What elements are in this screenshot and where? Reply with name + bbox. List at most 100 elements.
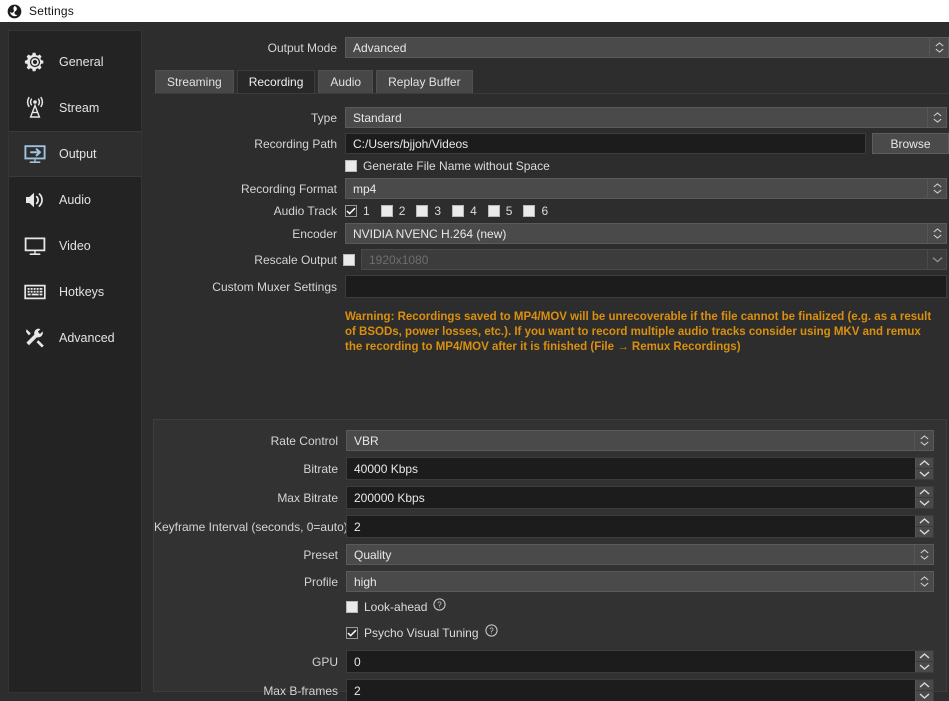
audio-track-2-checkbox[interactable]: 2: [380, 204, 405, 218]
chevron-updown-icon[interactable]: [914, 572, 933, 591]
rescale-output-select: 1920x1080: [361, 249, 947, 270]
checkbox-box: [487, 205, 500, 217]
gpu-value: 0: [354, 654, 361, 669]
recording-format-select[interactable]: mp4: [345, 178, 947, 199]
max-b-frames-value: 2: [354, 683, 361, 698]
broadcast-icon: [22, 95, 48, 121]
sidebar-item-audio[interactable]: Audio: [9, 177, 141, 223]
svg-text:?: ?: [489, 627, 494, 636]
chevron-updown-icon[interactable]: [927, 179, 946, 198]
spin-down-button[interactable]: [915, 527, 933, 537]
sidebar-item-label: Stream: [59, 101, 100, 115]
rescale-output-row: Rescale Output 1920x1080: [153, 249, 949, 270]
chevron-updown-icon[interactable]: [914, 545, 933, 564]
output-tabs: Streaming Recording Audio Replay Buffer: [153, 70, 949, 94]
spin-down-button[interactable]: [915, 691, 933, 701]
output-mode-select[interactable]: Advanced: [345, 37, 949, 58]
audio-track-6-checkbox[interactable]: 6: [523, 204, 548, 218]
recording-type-label: Type: [310, 110, 337, 125]
spin-up-button[interactable]: [915, 458, 933, 469]
tab-replay-buffer[interactable]: Replay Buffer: [376, 70, 473, 93]
encoder-select[interactable]: NVIDIA NVENC H.264 (new): [345, 223, 947, 244]
tab-recording[interactable]: Recording: [236, 70, 316, 93]
gear-icon: [22, 49, 48, 75]
recording-type-value: Standard: [353, 110, 402, 125]
checkbox-box: [346, 627, 358, 639]
custom-muxer-row: Custom Muxer Settings: [153, 275, 949, 298]
keyframe-interval-label: Keyframe Interval (seconds, 0=auto): [154, 519, 348, 534]
browse-button[interactable]: Browse: [872, 133, 949, 154]
tab-audio[interactable]: Audio: [318, 70, 374, 93]
audio-track-5-checkbox[interactable]: 5: [487, 204, 513, 218]
sidebar-item-output[interactable]: Output: [9, 131, 141, 177]
chevron-updown-icon[interactable]: [914, 431, 933, 450]
sidebar-item-video[interactable]: Video: [9, 223, 141, 269]
bitrate-value: 40000 Kbps: [354, 461, 419, 476]
psycho-visual-checkbox[interactable]: Psycho Visual Tuning: [346, 626, 479, 640]
look-ahead-label: Look-ahead: [364, 600, 428, 614]
chevron-updown-icon[interactable]: [927, 224, 946, 243]
tools-icon: [22, 325, 48, 351]
spin-up-button[interactable]: [915, 516, 933, 527]
audio-track-4-checkbox[interactable]: 4: [452, 204, 477, 218]
rescale-output-label: Rescale Output: [254, 252, 337, 267]
chevron-down-icon: [927, 250, 946, 269]
checkbox-box: [345, 205, 357, 217]
keyframe-interval-input[interactable]: 2: [346, 515, 934, 538]
bitrate-label: Bitrate: [303, 461, 338, 476]
spin-down-button[interactable]: [915, 498, 933, 508]
recording-format-label: Recording Format: [240, 181, 337, 196]
encoder-settings-group: Rate Control VBR Bitrate 40000 Kbps Max …: [153, 419, 947, 701]
spin-up-button[interactable]: [915, 487, 933, 498]
psycho-visual-row: Psycho Visual Tuning ?: [346, 624, 934, 642]
audio-track-label: 5: [505, 204, 513, 218]
max-b-frames-input[interactable]: 2: [346, 679, 934, 701]
help-icon[interactable]: ?: [484, 624, 498, 642]
audio-track-label: 6: [541, 204, 549, 218]
preset-select[interactable]: Quality: [346, 544, 934, 565]
checkbox-box: [452, 205, 465, 217]
profile-label: Profile: [303, 574, 338, 589]
sidebar-item-advanced[interactable]: Advanced: [9, 315, 141, 361]
recording-format-row: Recording Format mp4: [153, 178, 949, 199]
audio-track-3-checkbox[interactable]: 3: [416, 204, 441, 218]
spin-up-button[interactable]: [915, 680, 933, 691]
look-ahead-row: Look-ahead ?: [346, 598, 934, 616]
sidebar-item-hotkeys[interactable]: Hotkeys: [9, 269, 141, 315]
rescale-output-checkbox[interactable]: [343, 253, 355, 266]
sidebar-item-label: Output: [59, 147, 97, 161]
keyframe-interval-value: 2: [354, 519, 361, 534]
max-bitrate-input[interactable]: 200000 Kbps: [346, 486, 934, 509]
custom-muxer-input[interactable]: [345, 275, 947, 298]
profile-value: high: [354, 574, 377, 589]
spin-up-button[interactable]: [915, 651, 933, 662]
recording-type-select[interactable]: Standard: [345, 107, 947, 128]
chevron-updown-icon[interactable]: [927, 108, 946, 127]
sidebar-item-stream[interactable]: Stream: [9, 85, 141, 131]
audio-track-1-checkbox[interactable]: 1: [345, 204, 370, 218]
gpu-input[interactable]: 0: [346, 650, 934, 673]
checkbox-box: [345, 160, 357, 172]
gpu-row: GPU 0: [154, 650, 934, 673]
profile-select[interactable]: high: [346, 571, 934, 592]
recording-path-label: Recording Path: [254, 136, 337, 151]
tab-streaming[interactable]: Streaming: [155, 70, 234, 93]
sidebar-item-general[interactable]: General: [9, 39, 141, 85]
sidebar-item-label: Audio: [59, 193, 91, 207]
spin-down-button[interactable]: [915, 469, 933, 479]
custom-muxer-label: Custom Muxer Settings: [212, 279, 337, 294]
chevron-updown-icon[interactable]: [929, 38, 948, 57]
bitrate-input[interactable]: 40000 Kbps: [346, 457, 934, 480]
rate-control-select[interactable]: VBR: [346, 430, 934, 451]
spin-arrows: [915, 516, 933, 537]
recording-path-input[interactable]: C:/Users/bjjoh/Videos: [345, 133, 866, 154]
recording-path-row: Recording Path C:/Users/bjjoh/Videos Bro…: [153, 133, 949, 154]
help-icon[interactable]: ?: [433, 598, 446, 616]
generate-no-space-label: Generate File Name without Space: [363, 159, 550, 173]
spin-down-button[interactable]: [915, 662, 933, 672]
svg-text:?: ?: [438, 601, 443, 610]
preset-label: Preset: [303, 547, 338, 562]
keyframe-interval-row: Keyframe Interval (seconds, 0=auto) 2: [154, 515, 934, 538]
look-ahead-checkbox[interactable]: Look-ahead: [346, 600, 427, 614]
generate-no-space-checkbox[interactable]: Generate File Name without Space: [345, 159, 550, 173]
